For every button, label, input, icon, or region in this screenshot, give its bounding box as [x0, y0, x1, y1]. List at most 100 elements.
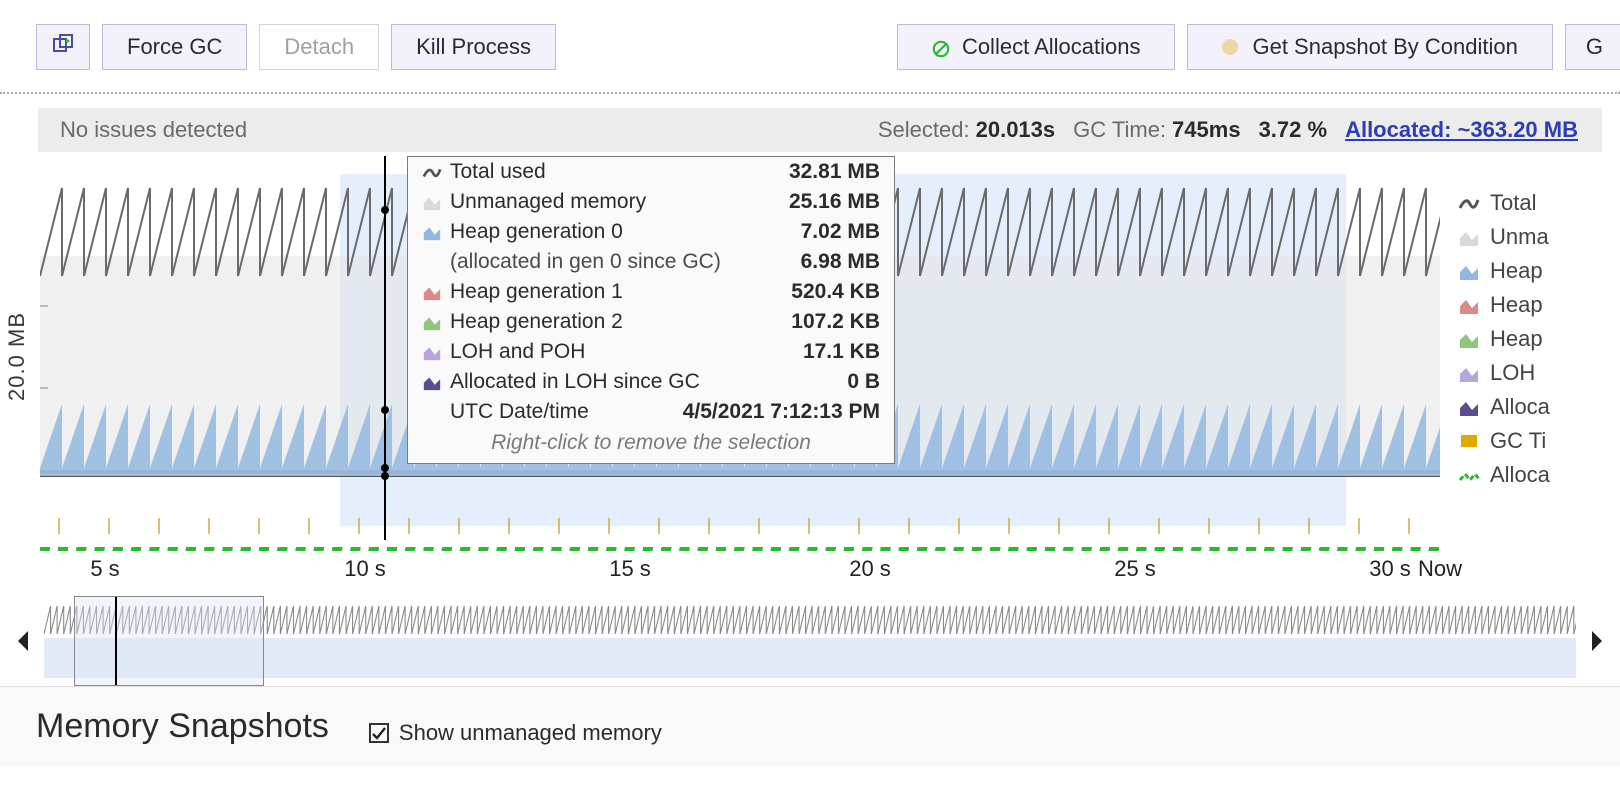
forbidden-icon	[932, 38, 950, 56]
legend-label: Alloca	[1490, 394, 1550, 420]
show-unmanaged-checkbox[interactable]: Show unmanaged memory	[369, 720, 662, 746]
extra-label: G	[1586, 34, 1603, 60]
selected-label: Selected:	[878, 117, 970, 143]
tooltip-swatch	[422, 342, 442, 362]
y-axis-label: 20.0 MB	[0, 312, 40, 401]
tooltip-swatch	[422, 312, 442, 332]
legend-swatch	[1458, 294, 1480, 316]
tooltip-swatch	[422, 402, 442, 422]
tooltip-value: 520.4 KB	[791, 280, 880, 304]
tooltip-swatch	[422, 372, 442, 392]
tooltip-value: 6.98 MB	[801, 250, 880, 274]
divider	[0, 92, 1620, 94]
tooltip-row: Heap generation 2107.2 KB	[408, 307, 894, 337]
legend-label: Unma	[1490, 224, 1549, 250]
legend-swatch	[1458, 328, 1480, 350]
scroll-right-button[interactable]	[1576, 606, 1616, 676]
tooltip-label: Heap generation 1	[450, 280, 791, 304]
tooltip-row: LOH and POH17.1 KB	[408, 337, 894, 367]
legend-item[interactable]: LOH	[1458, 356, 1550, 390]
legend-item[interactable]: Heap	[1458, 322, 1550, 356]
overview-nav	[0, 596, 1620, 686]
allocations-line	[40, 547, 1440, 551]
tooltip-row: (allocated in gen 0 since GC)6.98 MB	[408, 247, 894, 277]
chevron-left-icon	[16, 629, 32, 653]
legend-item[interactable]: Alloca	[1458, 458, 1550, 492]
checkbox-icon	[369, 723, 389, 743]
tooltip-swatch	[422, 192, 442, 212]
force-gc-button[interactable]: Force GC	[102, 24, 247, 70]
chart-legend: Total Unma Heap Heap Heap LOH Alloca GC Ti Alloc…	[1458, 186, 1550, 492]
legend-item[interactable]: Heap	[1458, 288, 1550, 322]
tooltip-label: UTC Date/time	[450, 400, 683, 424]
show-unmanaged-label: Show unmanaged memory	[399, 720, 662, 746]
overview-strip[interactable]	[44, 596, 1576, 686]
extra-button[interactable]: G	[1565, 24, 1620, 70]
chart-tooltip: Total used32.81 MBUnmanaged memory25.16 …	[407, 156, 895, 464]
x-tick: 30 s	[1369, 556, 1411, 582]
chart-cursor[interactable]	[384, 156, 386, 540]
status-issues: No issues detected	[38, 117, 247, 143]
legend-item[interactable]: GC Ti	[1458, 424, 1550, 458]
gc-tick-row	[40, 516, 1440, 544]
tooltip-label: (allocated in gen 0 since GC)	[450, 250, 801, 274]
tooltip-row: UTC Date/time4/5/2021 7:12:13 PM	[408, 397, 894, 427]
tooltip-row: Heap generation 07.02 MB	[408, 217, 894, 247]
snapshot-by-condition-label: Get Snapshot By Condition	[1252, 34, 1517, 60]
x-tick: 20 s	[849, 556, 891, 582]
kill-process-button[interactable]: Kill Process	[391, 24, 556, 70]
tooltip-row: Total used32.81 MB	[408, 157, 894, 187]
tooltip-swatch	[422, 282, 442, 302]
x-tick: 5 s	[90, 556, 119, 582]
force-gc-label: Force GC	[127, 34, 222, 60]
x-tick: 10 s	[344, 556, 386, 582]
legend-item[interactable]: Total	[1458, 186, 1550, 220]
snapshot-by-condition-button[interactable]: Get Snapshot By Condition	[1187, 24, 1552, 70]
tooltip-label: Total used	[450, 160, 789, 184]
tooltip-value: 32.81 MB	[789, 160, 880, 184]
legend-label: Alloca	[1490, 462, 1550, 488]
chart-area: 20.0 MB	[0, 156, 1620, 556]
tooltip-value: 17.1 KB	[803, 340, 880, 364]
tooltip-label: Heap generation 2	[450, 310, 791, 334]
status-bar: No issues detected Selected: 20.013s GC …	[38, 108, 1602, 152]
tooltip-value: 25.16 MB	[789, 190, 880, 214]
tooltip-row: Unmanaged memory25.16 MB	[408, 187, 894, 217]
tooltip-swatch	[422, 162, 442, 182]
legend-item[interactable]: Alloca	[1458, 390, 1550, 424]
dot-icon	[1222, 39, 1238, 55]
tooltip-value: 4/5/2021 7:12:13 PM	[683, 400, 880, 424]
legend-label: GC Ti	[1490, 428, 1546, 454]
legend-item[interactable]: Heap	[1458, 254, 1550, 288]
detach-button: Detach	[259, 24, 379, 70]
tooltip-label: Heap generation 0	[450, 220, 801, 244]
memory-chart[interactable]: Total used32.81 MBUnmanaged memory25.16 …	[40, 156, 1440, 556]
detach-window-button[interactable]	[36, 24, 90, 70]
overview-window[interactable]	[74, 596, 264, 686]
x-tick: 25 s	[1114, 556, 1156, 582]
tooltip-row: Allocated in LOH since GC0 B	[408, 367, 894, 397]
tooltip-label: LOH and POH	[450, 340, 803, 364]
legend-swatch	[1458, 226, 1480, 248]
tooltip-footnote: Right-click to remove the selection	[408, 427, 894, 463]
chevron-right-icon	[1588, 629, 1604, 653]
legend-swatch	[1458, 192, 1480, 214]
tooltip-label: Unmanaged memory	[450, 190, 789, 214]
legend-label: Heap	[1490, 292, 1543, 318]
legend-label: LOH	[1490, 360, 1535, 386]
collect-allocations-button[interactable]: Collect Allocations	[897, 24, 1176, 70]
legend-swatch	[1458, 464, 1480, 486]
overview-svg	[44, 596, 1576, 686]
selected-value: 20.013s	[976, 117, 1056, 143]
kill-process-label: Kill Process	[416, 34, 531, 60]
tooltip-value: 0 B	[847, 370, 880, 394]
x-tick-now: Now	[1418, 556, 1462, 582]
gc-pct: 3.72 %	[1259, 117, 1328, 143]
legend-swatch	[1458, 362, 1480, 384]
legend-item[interactable]: Unma	[1458, 220, 1550, 254]
scroll-left-button[interactable]	[4, 606, 44, 676]
allocated-link[interactable]: Allocated: ~363.20 MB	[1345, 117, 1578, 143]
tooltip-row: Heap generation 1520.4 KB	[408, 277, 894, 307]
legend-swatch	[1458, 430, 1480, 452]
gc-time-label: GC Time:	[1073, 117, 1166, 143]
